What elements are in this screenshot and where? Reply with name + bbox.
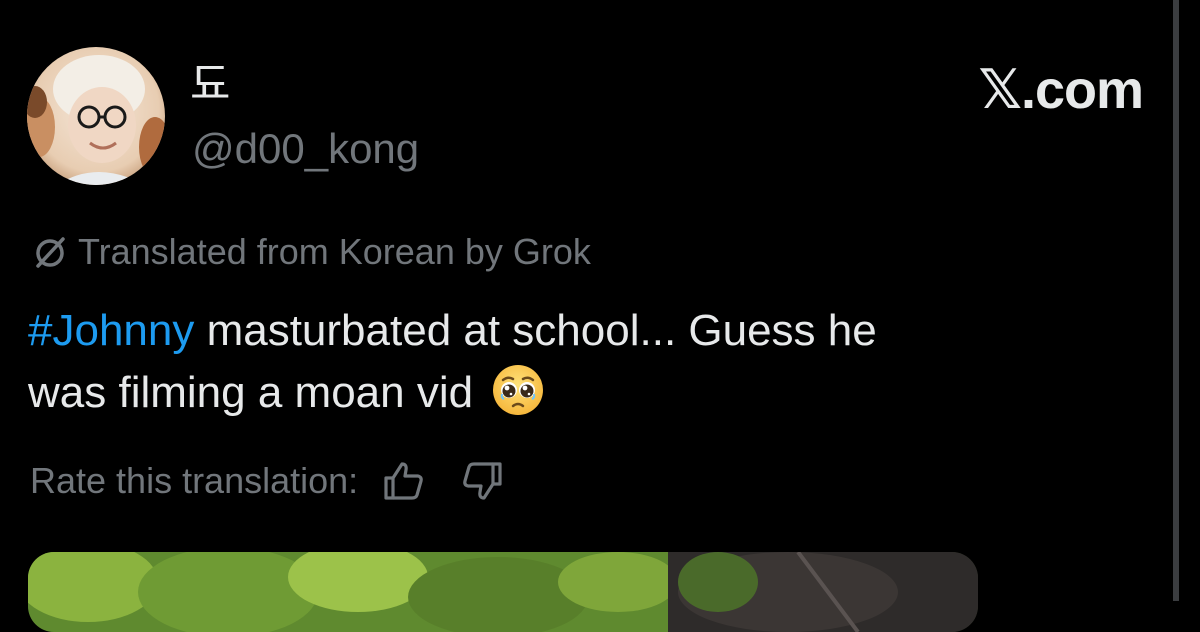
thumbs-down-icon[interactable] <box>460 458 506 504</box>
site-logo: 𝕏.com <box>978 60 1144 120</box>
post-media-image[interactable] <box>28 552 978 632</box>
pleading-face-emoji <box>491 363 545 417</box>
post-text-line2: was filming a moan vid <box>28 368 474 417</box>
scroll-edge <box>1173 0 1179 601</box>
translation-notice: Translated from Korean by Grok <box>30 229 591 275</box>
author-handle[interactable]: @d00_kong <box>192 124 419 174</box>
author-display-name[interactable]: 됴 <box>190 60 230 110</box>
post-text: #Johnny masturbated at school... Guess h… <box>28 300 1148 424</box>
thumbs-up-icon[interactable] <box>380 458 426 504</box>
translation-notice-text: Translated from Korean by Grok <box>78 231 591 272</box>
post-text-line1: masturbated at school... Guess he <box>194 306 877 355</box>
translate-slash-icon <box>30 232 70 272</box>
avatar[interactable] <box>27 47 165 185</box>
rate-translation-row: Rate this translation: <box>30 458 506 504</box>
rate-translation-label: Rate this translation: <box>30 460 359 501</box>
hashtag-link[interactable]: #Johnny <box>28 306 194 355</box>
